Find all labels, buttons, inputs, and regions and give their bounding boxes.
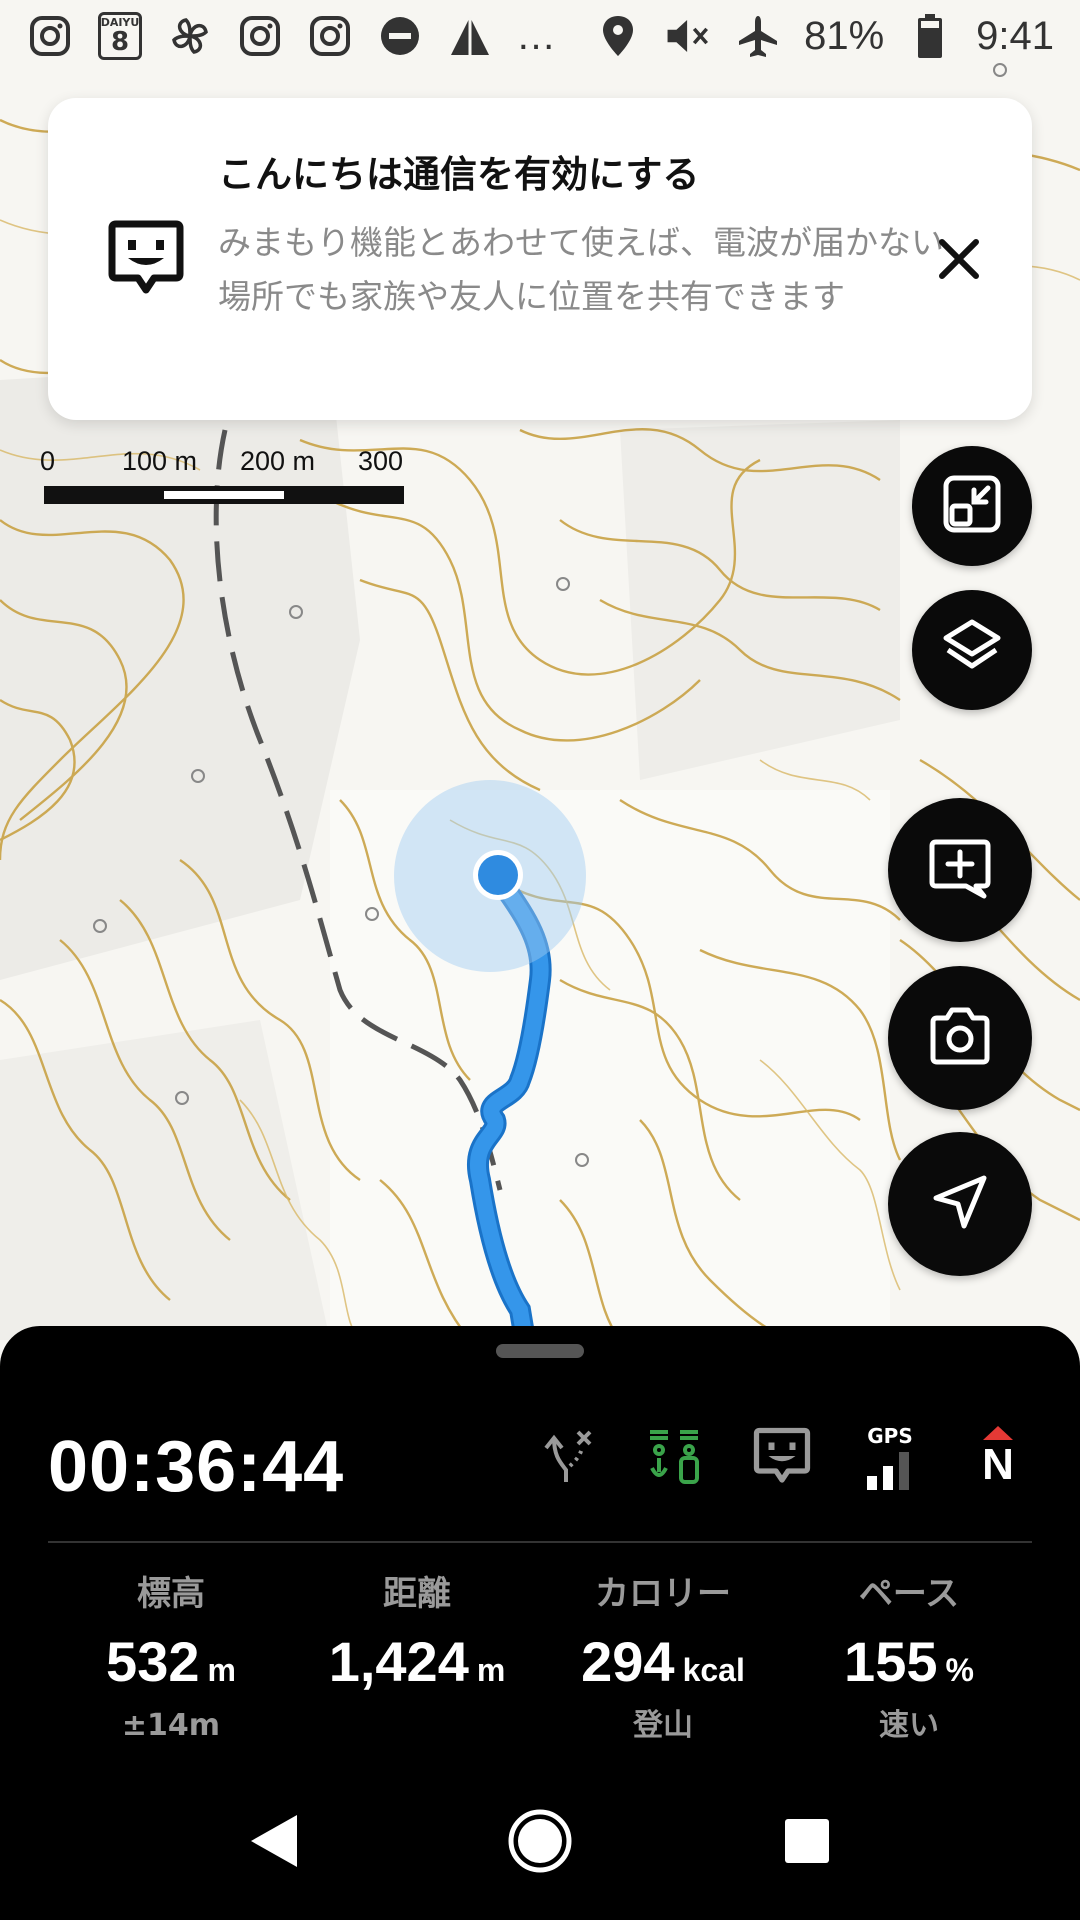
camera-icon [927,1006,993,1070]
stat-unit: % [945,1652,974,1688]
sheet-handle[interactable] [496,1344,584,1358]
gps-label: GPS [867,1424,913,1448]
stat-pace: ペース 155% 速い [786,1566,1032,1750]
divider [48,1541,1032,1543]
battery-percent: 81% [804,13,885,58]
system-icons: 81% 9:41 [594,12,1054,60]
instagram-icon [306,12,354,60]
add-memo-button[interactable] [888,798,1032,942]
more-notifications: … [516,13,556,58]
elapsed-time: 00:36:44 [48,1427,345,1507]
close-icon[interactable] [928,228,990,290]
add-memo-icon [926,834,994,906]
card-description: みまもり機能とあわせて使えば、電波が届かない場所でも家族や友人に位置を共有できま… [218,223,944,316]
layers-icon [940,616,1004,684]
clock: 9:41 [976,13,1054,58]
stat-value: 155 [844,1630,938,1693]
compass-north-icon[interactable]: N [964,1422,1032,1490]
stat-sub: 登山 [633,1708,693,1743]
route-off-icon[interactable] [532,1422,600,1490]
airplane-icon [734,12,782,60]
map-scale: 0 100 m 200 m 300 m [40,446,420,507]
fullscreen-exit-icon [940,472,1004,540]
location-icon [594,12,642,60]
back-icon [245,1811,301,1875]
instagram-icon [26,12,74,60]
system-navigation-bar [0,1766,1080,1920]
compass-label: N [982,1440,1014,1489]
stat-sub [294,1702,540,1750]
stat-elevation: 標高 532 m ±14m [48,1566,294,1750]
mimamori-icon[interactable] [640,1422,708,1490]
scale-label: 100 m [122,446,198,476]
stats-row: 標高 532 m ±14m 距離 1,424 m カロリー 294 kcal 登山 ペ… [48,1566,1032,1750]
tracker-status-icons: GPS N [532,1422,1032,1490]
fullscreen-exit-button[interactable] [912,446,1032,566]
stat-calories: カロリー 294 kcal 登山 [540,1566,786,1750]
stat-distance: 距離 1,424 m [294,1566,540,1750]
triangle-app-icon [446,12,494,60]
stat-unit: m [476,1652,506,1688]
back-button[interactable] [233,1803,313,1883]
stat-label: 距離 [383,1574,451,1614]
stat-unit: kcal [682,1652,745,1688]
scale-label: 200 m [240,446,316,476]
camera-button[interactable] [888,966,1032,1110]
recents-button[interactable] [767,1803,847,1883]
stat-value: 1,424 [328,1630,469,1693]
scale-bar [44,486,404,504]
scale-label: 0 [40,446,56,476]
notification-icons: DAIYU 8 … [26,12,556,60]
stat-label: カロリー [595,1574,731,1614]
home-button[interactable] [500,1803,580,1883]
battery-icon [906,12,954,60]
stat-label: 標高 [137,1574,205,1614]
stat-sub: ±14m [121,1708,221,1743]
stat-label: ペース [858,1574,960,1614]
stat-value: 532 [106,1630,200,1693]
home-icon [506,1807,574,1879]
message-face-icon[interactable] [748,1422,816,1490]
navigation-button[interactable] [888,1132,1032,1276]
mute-icon [664,12,712,60]
status-bar: DAIYU 8 … 81% 9:41 [0,0,1080,72]
daiyu8-icon: DAIYU 8 [96,12,144,60]
gps-signal-icon: GPS [856,1422,924,1490]
communication-prompt-card[interactable]: こんにちは通信を有効にする みまもり機能とあわせて使えば、電波が届かない場所でも… [48,98,1032,420]
do-not-disturb-icon [376,12,424,60]
layers-button[interactable] [912,590,1032,710]
navigation-icon [928,1170,992,1238]
stat-sub: 速い [879,1708,939,1743]
pinwheel-icon [166,12,214,60]
instagram-icon [236,12,284,60]
activity-panel[interactable]: 00:36:44 GPS N 標高 532m ±14m 距離 1,424m [0,1326,1080,1766]
stat-value: 294 [581,1630,675,1693]
message-face-icon [106,218,186,298]
card-title: こんにちは通信を有効にする [218,153,700,196]
stat-unit: m [207,1652,236,1688]
recents-icon [783,1817,831,1869]
daiyu-number: 8 [110,27,130,57]
